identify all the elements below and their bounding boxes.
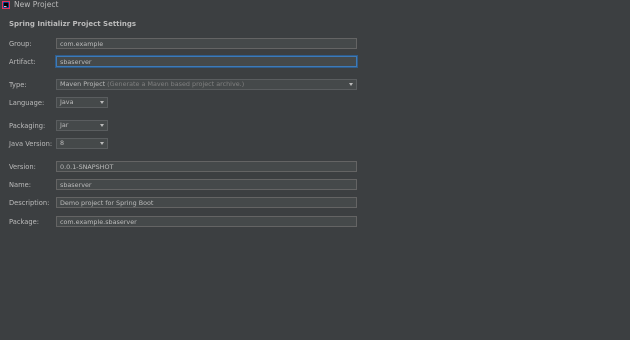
name-label: Name: bbox=[9, 181, 31, 189]
java-version-label: Java Version: bbox=[9, 140, 53, 148]
window-title: New Project bbox=[14, 0, 59, 9]
java-version-value: 8 bbox=[60, 139, 65, 147]
version-label: Version: bbox=[9, 163, 36, 171]
version-field[interactable] bbox=[56, 161, 357, 172]
artifact-label: Artifact: bbox=[9, 58, 36, 66]
group-field[interactable] bbox=[56, 38, 357, 49]
type-value: Maven Project bbox=[60, 80, 106, 88]
intellij-idea-icon bbox=[2, 1, 10, 9]
language-select[interactable]: Java bbox=[56, 97, 108, 108]
chevron-down-icon bbox=[100, 142, 104, 145]
language-value: Java bbox=[60, 98, 74, 106]
type-select[interactable]: Maven Project (Generate a Maven based pr… bbox=[56, 79, 357, 90]
section-title: Spring Initializr Project Settings bbox=[9, 20, 137, 28]
type-hint: (Generate a Maven based project archive.… bbox=[107, 80, 245, 88]
packaging-label: Packaging: bbox=[9, 122, 46, 130]
package-label: Package: bbox=[9, 218, 39, 226]
type-label: Type: bbox=[9, 81, 27, 89]
packaging-value: Jar bbox=[60, 121, 69, 129]
description-field[interactable] bbox=[56, 197, 357, 208]
name-field[interactable] bbox=[56, 179, 357, 190]
packaging-select[interactable]: Jar bbox=[56, 120, 108, 131]
description-label: Description: bbox=[9, 199, 50, 207]
java-version-select[interactable]: 8 bbox=[56, 138, 108, 149]
package-field[interactable] bbox=[56, 216, 357, 227]
chevron-down-icon bbox=[100, 101, 104, 104]
language-label: Language: bbox=[9, 99, 45, 107]
group-label: Group: bbox=[9, 40, 32, 48]
chevron-down-icon bbox=[349, 83, 353, 86]
title-bar: New Project bbox=[0, 0, 630, 11]
chevron-down-icon bbox=[100, 124, 104, 127]
artifact-field[interactable] bbox=[56, 56, 357, 67]
